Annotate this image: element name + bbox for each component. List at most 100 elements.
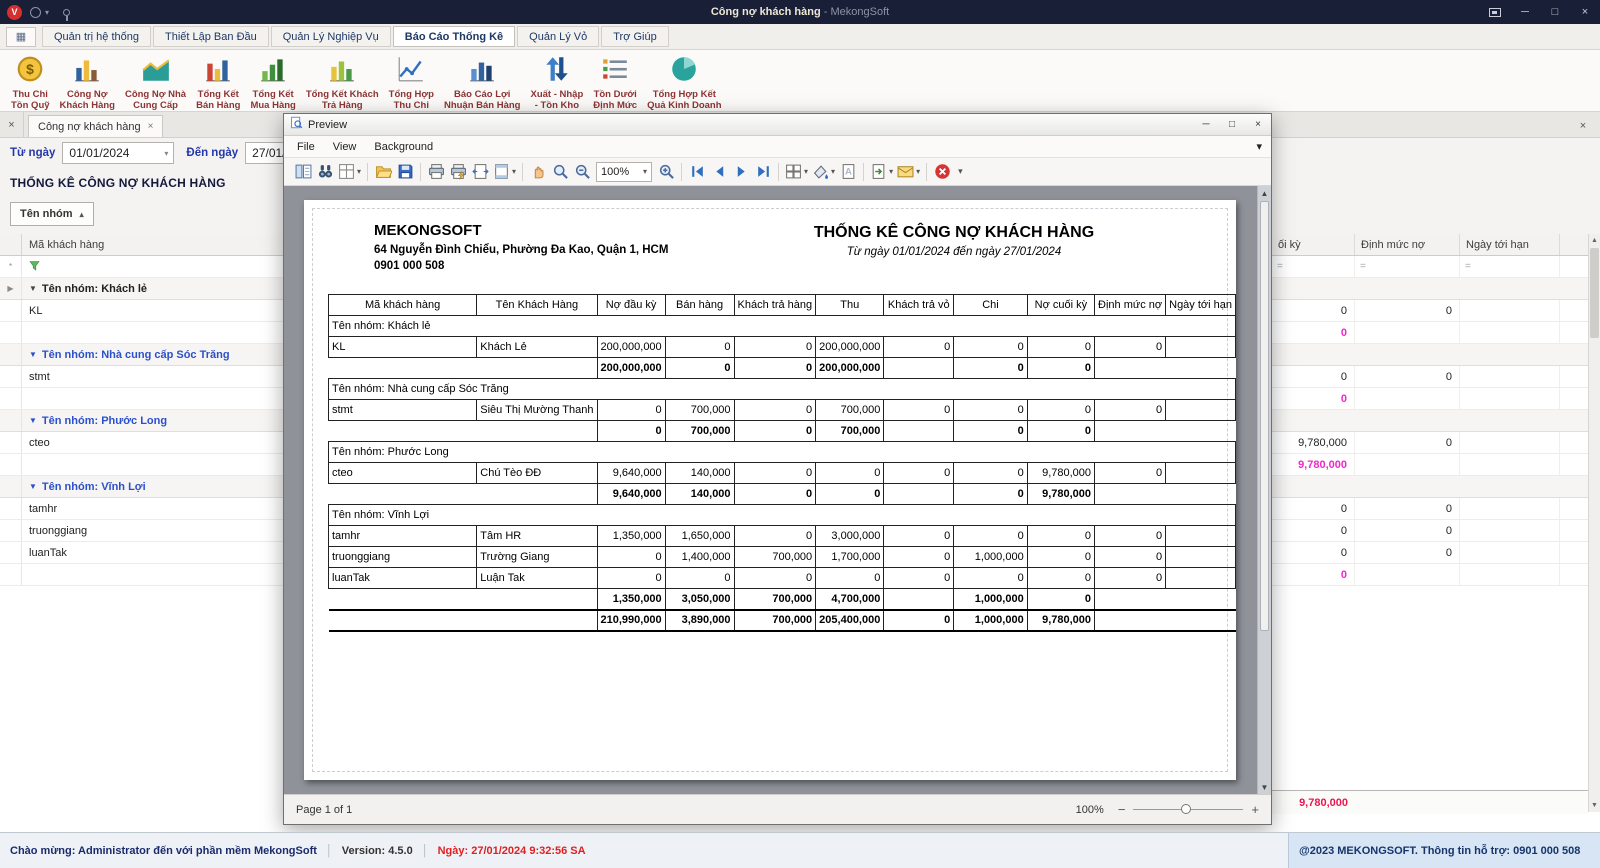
print-icon[interactable] [425,161,447,183]
preview-vertical-scrollbar[interactable]: ▲ ▼ [1257,186,1271,794]
zoom-slider-thumb[interactable] [1181,804,1191,814]
grid-row-right[interactable]: 0 [1272,322,1588,344]
dropdown-caret-icon[interactable]: ▾ [512,167,516,176]
grid-row-left[interactable]: tamhr [0,498,283,520]
scroll-up-icon[interactable]: ▲ [1589,234,1600,247]
dropdown-caret-icon[interactable]: ▾ [804,167,808,176]
export-icon[interactable]: ▾ [868,161,895,183]
filter-operator-icon[interactable]: = [1460,256,1560,277]
menu-tab-3[interactable]: Báo Cáo Thống Kê [393,26,515,47]
filter-operator-icon[interactable]: = [1355,256,1460,277]
dropdown-caret-icon[interactable]: ▾ [357,167,361,176]
scroll-down-icon[interactable]: ▼ [1258,780,1271,794]
calendar-caret-icon[interactable]: ▾ [164,149,168,158]
ribbon-button-chart-area[interactable]: Công Nợ NhàCung Cấp [120,53,191,110]
preview-menu-background[interactable]: Background [365,141,442,153]
ribbon-button-chart-bars-red[interactable]: Tổng KếtBán Hàng [191,53,245,110]
ribbon-button-arrows-updown[interactable]: Xuất - Nhập- Tồn Kho [525,53,588,110]
grid-row-left[interactable]: ▶▼Tên nhóm: Khách lẻ [0,278,283,300]
close-button[interactable]: × [1570,0,1600,24]
quick-access-caret-icon[interactable]: ▾ [45,8,49,17]
grid-row-right[interactable]: 0 [1272,564,1588,586]
preview-minimize-button[interactable]: ─ [1193,114,1219,135]
search-icon[interactable] [314,161,336,183]
preview-titlebar[interactable]: Preview ─ □ × [284,114,1271,136]
app-menu-icon[interactable]: ▦ [6,27,36,47]
ribbon-button-list[interactable]: Tồn DướiĐịnh Mức [588,53,642,110]
document-map-icon[interactable] [292,161,314,183]
screens-button[interactable] [1480,0,1510,24]
maximize-button[interactable]: □ [1540,0,1570,24]
first-page-icon[interactable] [686,161,708,183]
collapse-icon[interactable]: ▼ [29,482,37,491]
col-header-ngay-toi-han[interactable]: Ngày tới hạn [1460,234,1560,255]
grid-row-left[interactable]: KL [0,300,283,322]
grid-row-left[interactable]: ▼Tên nhóm: Vĩnh Lợi [0,476,283,498]
scrollbar-thumb[interactable] [1260,201,1269,631]
grid-row-left[interactable]: stmt [0,366,283,388]
ribbon-button-chart-bars-yellow[interactable]: Tổng Kết KháchTrả Hàng [301,53,384,110]
close-all-tabs-button[interactable]: × [0,112,24,137]
ribbon-button-chart-bars-gold[interactable]: Công NợKhách Hàng [55,53,120,110]
close-document-button[interactable]: × [1574,117,1592,135]
grid-row-right[interactable]: 00 [1272,498,1588,520]
quick-access-icon[interactable] [30,7,41,18]
grid-vertical-scrollbar[interactable]: ▲ ▼ [1588,234,1600,812]
grid-row-right[interactable] [1272,278,1588,300]
ribbon-button-chart-line[interactable]: Tổng HợpThu Chi [384,53,439,110]
grid-row-right[interactable]: 9,780,0000 [1272,432,1588,454]
ribbon-button-chart-bars-blue[interactable]: Báo Cáo LợiNhuận Bán Hàng [439,53,526,110]
grid-row-left[interactable]: * [0,256,283,278]
zoom-out-button[interactable]: − [1118,802,1126,817]
tab-close-icon[interactable]: × [148,121,154,132]
menu-tab-0[interactable]: Quản trị hệ thống [42,26,151,47]
header-footer-icon[interactable]: ▾ [491,161,518,183]
minimize-button[interactable]: ─ [1510,0,1540,24]
pin-icon[interactable] [63,9,70,16]
grid-row-right[interactable]: 00 [1272,542,1588,564]
next-page-icon[interactable] [730,161,752,183]
grid-row-right[interactable]: 9,780,000 [1272,454,1588,476]
toolbar-overflow-icon[interactable]: ▾ [953,166,968,177]
menu-tab-1[interactable]: Thiết Lập Ban Đầu [153,26,269,47]
scroll-up-icon[interactable]: ▲ [1258,186,1271,200]
open-icon[interactable] [372,161,394,183]
document-tab[interactable]: Công nợ khách hàng × [28,115,163,137]
grid-row-left[interactable]: ▼Tên nhóm: Nhà cung cấp Sóc Trăng [0,344,283,366]
preview-menu-view[interactable]: View [324,141,366,153]
magnifier-icon[interactable] [549,161,571,183]
preview-close-button[interactable]: × [1245,114,1271,135]
menu-tab-5[interactable]: Trợ Giúp [601,26,668,47]
page-color-icon[interactable]: ▾ [810,161,837,183]
dropdown-caret-icon[interactable]: ▾ [831,167,835,176]
filter-operator-icon[interactable]: = [1272,256,1355,277]
zoom-slider[interactable] [1133,809,1243,810]
grid-row-left[interactable]: truonggiang [0,520,283,542]
email-icon[interactable]: ▾ [895,161,922,183]
grid-row-left[interactable] [0,322,283,344]
ribbon-button-chart-bars-green[interactable]: Tổng KếtMua Hàng [245,53,300,110]
grid-row-right[interactable]: 0 [1272,388,1588,410]
collapse-icon[interactable]: ▼ [29,284,37,293]
collapse-icon[interactable]: ▼ [29,416,37,425]
col-header-dinh-muc-no[interactable]: Định mức nợ [1355,234,1460,255]
collapse-icon[interactable]: ▼ [29,350,37,359]
page-setup-icon[interactable] [469,161,491,183]
save-icon[interactable] [394,161,416,183]
watermark-icon[interactable]: A [837,161,859,183]
preview-maximize-button[interactable]: □ [1219,114,1245,135]
grid-row-right[interactable]: 00 [1272,300,1588,322]
menu-overflow-icon[interactable]: ▾ [1247,140,1271,153]
prev-page-icon[interactable] [708,161,730,183]
menu-tab-2[interactable]: Quản Lý Nghiệp Vụ [271,26,391,47]
grid-row-left[interactable] [0,454,283,476]
grid-row-right[interactable]: 00 [1272,366,1588,388]
from-date-input[interactable]: 01/01/2024 ▾ [62,142,174,164]
menu-tab-4[interactable]: Quản Lý Vỏ [517,26,599,47]
exit-icon[interactable] [931,161,953,183]
quick-print-icon[interactable] [447,161,469,183]
ribbon-button-money[interactable]: $Thu ChiTồn Quỹ [6,53,55,110]
dropdown-caret-icon[interactable]: ▾ [916,167,920,176]
ribbon-button-pie[interactable]: Tổng Hợp KếtQuả Kinh Doanh [642,53,726,110]
grid-row-right[interactable] [1272,476,1588,498]
